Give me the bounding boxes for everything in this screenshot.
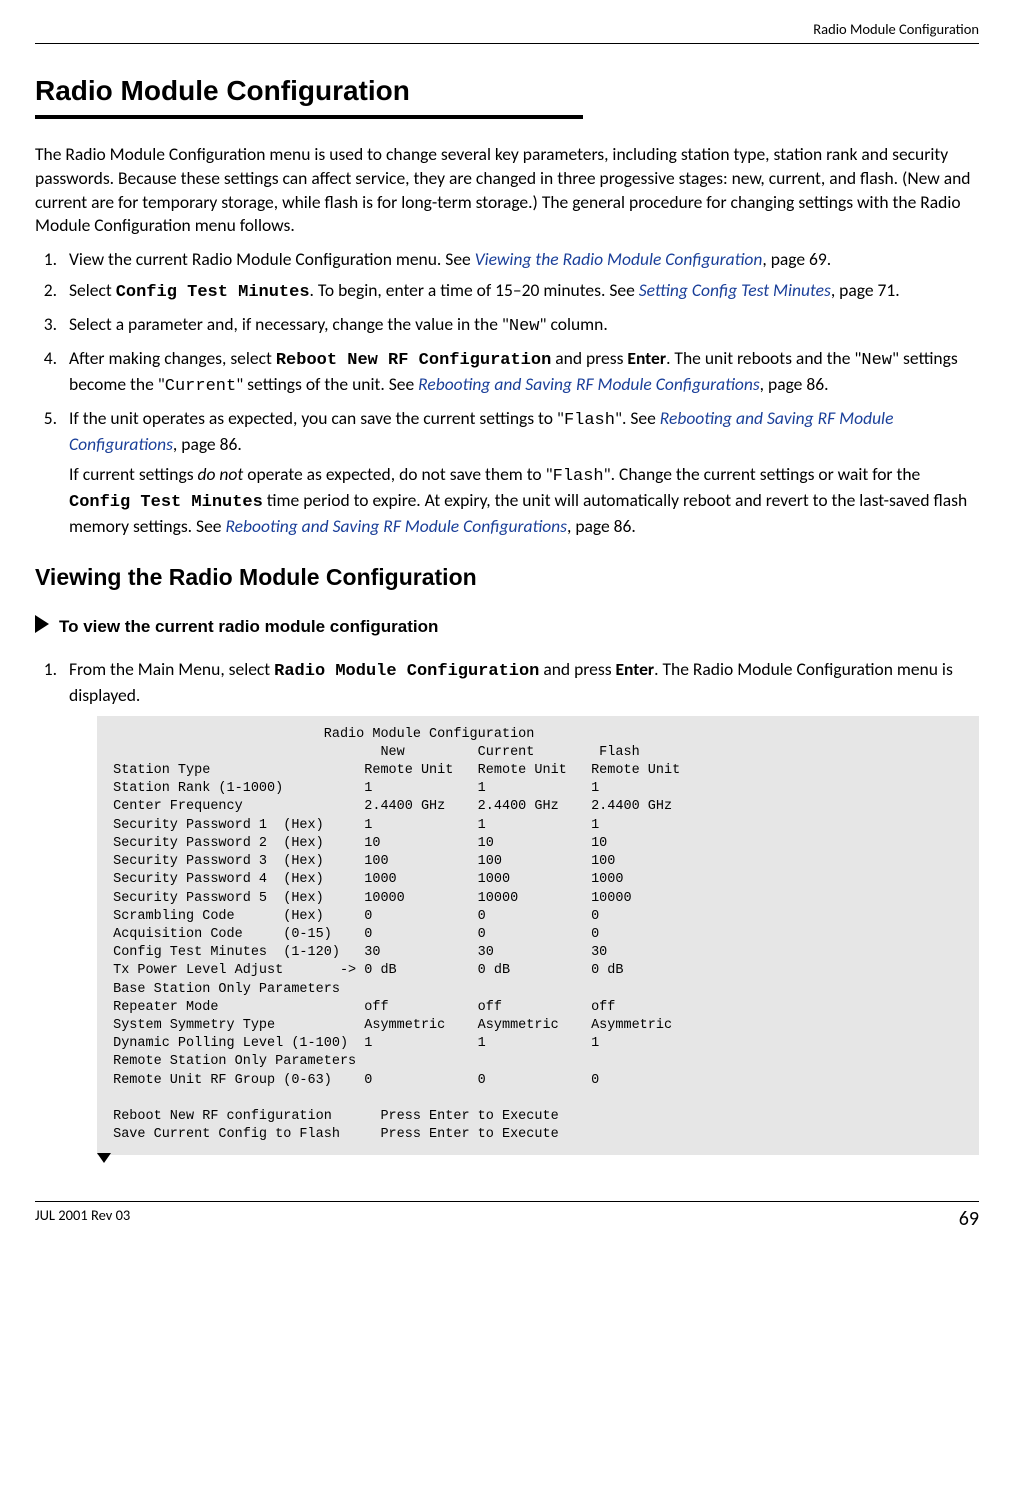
cmd-config-test-minutes-2: Config Test Minutes (69, 493, 263, 512)
link-rebooting-saving-1[interactable]: Rebooting and Saving RF Module Configura… (418, 373, 760, 395)
code-new: New (509, 317, 540, 336)
step-4-post: , page 86. (760, 373, 829, 395)
step-2-pre: Select (69, 279, 116, 301)
intro-paragraph: The Radio Module Configuration menu is u… (35, 143, 979, 238)
step-4-mid4: " settings of the unit. See (236, 373, 418, 395)
step-5-p2-mid2: ". Change the current settings or wait f… (604, 463, 921, 485)
step-5-p1-mid: ". See (615, 407, 660, 429)
step-5-p1-post: , page 86. (173, 433, 242, 455)
step-2: Select Config Test Minutes. To begin, en… (61, 279, 979, 305)
section-viewing-title: Viewing the Radio Module Configuration (35, 562, 979, 593)
link-rebooting-saving-3[interactable]: Rebooting and Saving RF Module Configura… (225, 515, 567, 537)
footer-page-number: 69 (959, 1206, 979, 1233)
step-4-mid1: and press (551, 347, 627, 369)
procedure-heading-text: To view the current radio module configu… (59, 616, 438, 639)
procedure-steps: View the current Radio Module Configurat… (35, 248, 979, 538)
step-1-post: , page 69. (762, 248, 831, 270)
page-title: Radio Module Configuration (35, 72, 979, 110)
step-5-p2-post: , page 86. (567, 515, 636, 537)
step-4-pre: After making changes, select (69, 347, 276, 369)
step-2-post: , page 71. (831, 279, 900, 301)
vs1-mid: and press (539, 658, 615, 680)
link-setting-ctm[interactable]: Setting Config Test Minutes (639, 279, 831, 301)
code-flash-1: Flash (564, 411, 615, 430)
cmd-reboot-new-rf: Reboot New RF Configuration (276, 351, 551, 370)
procedure-heading: To view the current radio module configu… (35, 615, 979, 640)
step-5-p1-pre: If the unit operates as expected, you ca… (69, 407, 564, 429)
cmd-radio-module-configuration: Radio Module Configuration (274, 662, 539, 681)
terminal-output: Radio Module Configuration New Current F… (97, 716, 979, 1155)
step-3: Select a parameter and, if necessary, ch… (61, 313, 979, 339)
page-footer: JUL 2001 Rev 03 69 (35, 1201, 979, 1233)
page-header: Radio Module Configuration (35, 20, 979, 44)
vs1-pre: From the Main Menu, select (69, 658, 274, 680)
link-viewing-rmc[interactable]: Viewing the Radio Module Configuration (475, 248, 763, 270)
step-4-mid2: . The unit reboots and the " (666, 347, 861, 369)
key-enter-2: Enter (616, 658, 655, 680)
code-flash-2: Flash (553, 467, 604, 486)
arrow-right-icon (35, 615, 51, 640)
step-5-p2-pre: If current settings (69, 463, 198, 485)
view-step-1: From the Main Menu, select Radio Module … (61, 658, 979, 1163)
step-1: View the current Radio Module Configurat… (61, 248, 979, 272)
cmd-config-test-minutes: Config Test Minutes (116, 283, 310, 302)
step-1-text: View the current Radio Module Configurat… (69, 248, 475, 270)
step-3-pre: Select a parameter and, if necessary, ch… (69, 313, 509, 335)
footer-revision: JUL 2001 Rev 03 (35, 1206, 130, 1233)
em-do-not: do not (198, 463, 244, 485)
code-new-2: New (861, 351, 892, 370)
key-enter: Enter (627, 347, 666, 369)
step-5-p2-mid1: operate as expected, do not save them to… (243, 463, 552, 485)
header-section-text: Radio Module Configuration (813, 20, 979, 38)
view-steps: From the Main Menu, select Radio Module … (35, 658, 979, 1163)
step-3-post: " column. (540, 313, 608, 335)
code-current: Current (165, 377, 236, 396)
continuation-arrow-icon (97, 1153, 111, 1163)
step-2-mid: . To begin, enter a time of 15–20 minute… (310, 279, 639, 301)
step-4: After making changes, select Reboot New … (61, 347, 979, 399)
title-rule (35, 115, 583, 119)
step-5: If the unit operates as expected, you ca… (61, 407, 979, 538)
